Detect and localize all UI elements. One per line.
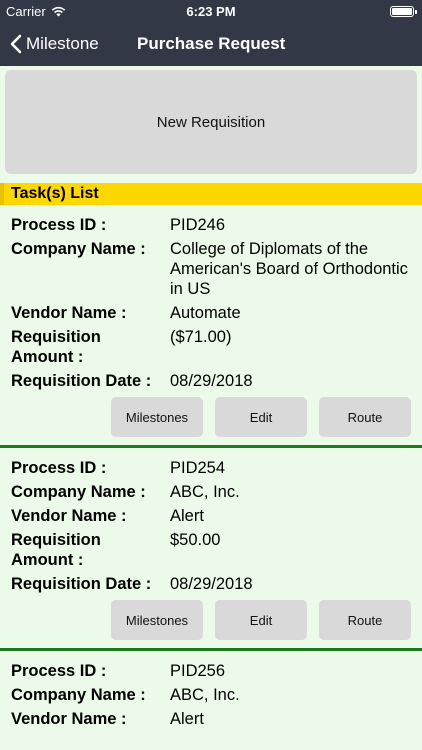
requisition-amount-label: Requisition Amount : bbox=[11, 531, 101, 569]
requisition-date-label: Requisition Date : bbox=[11, 575, 152, 593]
edit-button[interactable]: Edit bbox=[215, 600, 307, 640]
task-list-header: Task(s) List bbox=[0, 183, 422, 205]
edit-button[interactable]: Edit bbox=[215, 397, 307, 437]
task-card: Process ID : PID256 Company Name : ABC, In… bbox=[0, 648, 422, 741]
task-card: Process ID : PID254 Company Name : ABC, In… bbox=[0, 445, 422, 648]
requisition-amount-value: ($71.00) bbox=[170, 328, 232, 346]
company-name-value: ABC, Inc. bbox=[170, 686, 240, 704]
requisition-amount-label: Requisition Amount : bbox=[11, 328, 101, 366]
vendor-name-label: Vendor Name : bbox=[11, 304, 127, 322]
company-name-label: Company Name : bbox=[11, 240, 146, 258]
task-actions: Milestones Edit Route bbox=[11, 397, 411, 437]
navigation-bar: Milestone Purchase Request bbox=[0, 22, 422, 66]
company-name-label: Company Name : bbox=[11, 686, 146, 704]
status-bar: Carrier 6:23 PM bbox=[0, 0, 422, 22]
process-id-value: PID246 bbox=[170, 216, 226, 234]
page-title: Purchase Request bbox=[137, 34, 286, 53]
company-name-value: ABC, Inc. bbox=[170, 483, 240, 501]
company-name-label: Company Name : bbox=[11, 483, 146, 501]
process-id-label: Process ID : bbox=[11, 216, 107, 234]
requisition-amount-value: $50.00 bbox=[170, 531, 221, 549]
milestones-button[interactable]: Milestones bbox=[111, 600, 203, 640]
process-id-label: Process ID : bbox=[11, 459, 107, 477]
milestones-button[interactable]: Milestones bbox=[111, 397, 203, 437]
vendor-name-value: Alert bbox=[170, 507, 204, 525]
requisition-date-value: 08/29/2018 bbox=[170, 575, 253, 593]
process-id-value: PID254 bbox=[170, 459, 226, 477]
requisition-date-value: 08/29/2018 bbox=[170, 372, 253, 390]
vendor-name-value: Alert bbox=[170, 710, 204, 728]
back-button[interactable]: Milestone bbox=[10, 22, 99, 66]
vendor-name-label: Vendor Name : bbox=[11, 710, 127, 728]
chevron-left-icon bbox=[10, 34, 22, 54]
new-requisition-button[interactable]: New Requisition bbox=[5, 70, 417, 174]
task-actions: Milestones Edit Route bbox=[11, 600, 411, 640]
route-button[interactable]: Route bbox=[319, 600, 411, 640]
process-id-label: Process ID : bbox=[11, 662, 107, 680]
company-name-value: College of Diplomats of the American's B… bbox=[170, 240, 408, 298]
task-card: Process ID : PID246 Company Name : College… bbox=[0, 205, 422, 445]
process-id-value: PID256 bbox=[170, 662, 226, 680]
battery-icon bbox=[390, 6, 417, 17]
requisition-date-label: Requisition Date : bbox=[11, 372, 152, 390]
back-button-label: Milestone bbox=[26, 34, 99, 53]
vendor-name-value: Automate bbox=[170, 304, 241, 322]
main-content: New Requisition Task(s) List Process ID … bbox=[0, 66, 422, 741]
vendor-name-label: Vendor Name : bbox=[11, 507, 127, 525]
status-time: 6:23 PM bbox=[186, 4, 236, 19]
route-button[interactable]: Route bbox=[319, 397, 411, 437]
